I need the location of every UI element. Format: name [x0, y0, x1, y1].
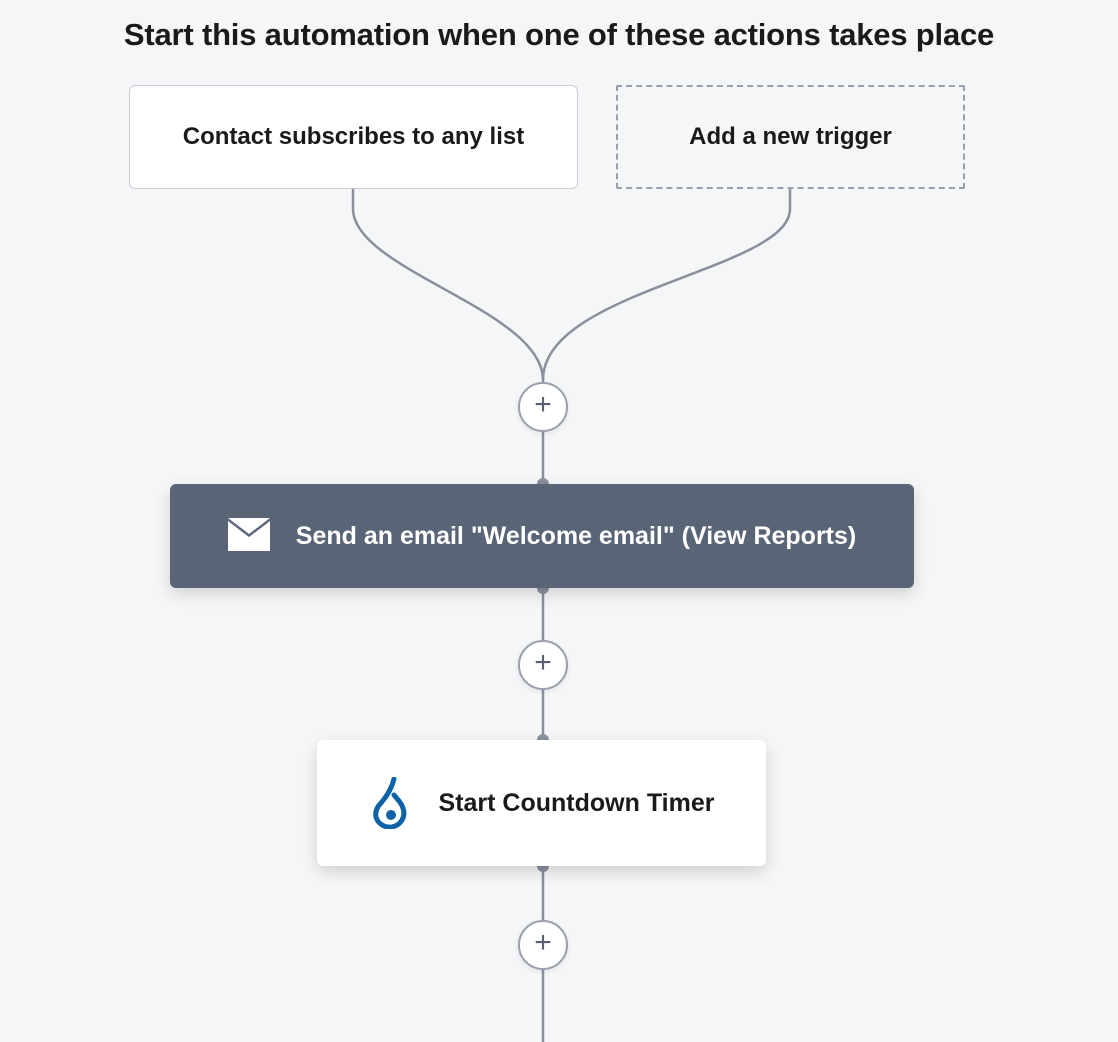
add-trigger-label: Add a new trigger: [689, 123, 892, 151]
add-step-button[interactable]: +: [518, 382, 568, 432]
timer-icon: [369, 779, 411, 827]
add-trigger-button[interactable]: Add a new trigger: [616, 85, 965, 189]
step-label: Start Countdown Timer: [439, 789, 715, 818]
step-label: Send an email "Welcome email" (View Repo…: [296, 522, 856, 551]
trigger-subscribes[interactable]: Contact subscribes to any list: [129, 85, 578, 189]
page-title: Start this automation when one of these …: [0, 17, 1118, 53]
step-countdown-timer[interactable]: Start Countdown Timer: [317, 740, 766, 866]
envelope-icon: [228, 521, 270, 551]
add-step-button[interactable]: +: [518, 640, 568, 690]
trigger-label: Contact subscribes to any list: [183, 123, 524, 151]
step-send-email[interactable]: Send an email "Welcome email" (View Repo…: [170, 484, 914, 588]
add-step-button[interactable]: +: [518, 920, 568, 970]
automation-canvas: Start this automation when one of these …: [0, 0, 1118, 1042]
plus-icon: +: [534, 648, 552, 678]
plus-icon: +: [534, 390, 552, 420]
plus-icon: +: [534, 928, 552, 958]
